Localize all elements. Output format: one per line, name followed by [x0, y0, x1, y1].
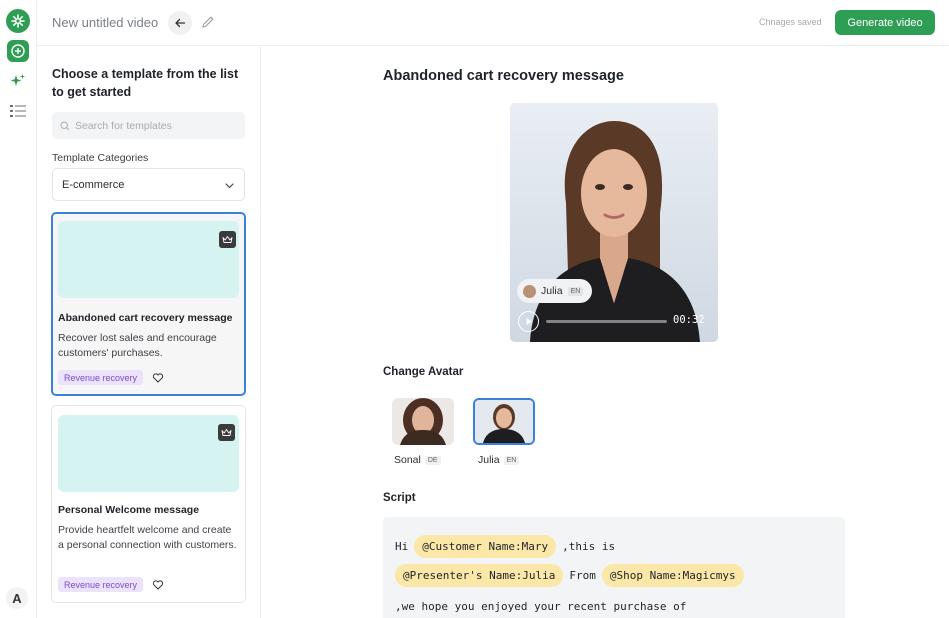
generate-video-button[interactable]: Generate video [835, 10, 935, 35]
play-button[interactable] [518, 311, 539, 332]
template-sidebar: Choose a template from the list to get s… [37, 47, 261, 618]
save-status: Chnages saved [759, 17, 822, 27]
template-card[interactable]: Abandoned cart recovery message Recover … [51, 212, 246, 396]
template-thumbnail [58, 415, 239, 492]
search-input[interactable] [75, 119, 245, 132]
template-tag[interactable]: Revenue recovery [58, 577, 144, 592]
template-thumbnail [58, 221, 239, 298]
avatar-name: Sonal [394, 454, 421, 466]
list-icon[interactable] [9, 102, 27, 120]
presenter-avatar [523, 284, 536, 298]
app-logo-icon[interactable] [6, 9, 30, 33]
search-icon [60, 120, 70, 130]
avatar-option-sonal[interactable] [392, 398, 454, 445]
script-text: Hi [395, 540, 409, 553]
video-progress-bar[interactable] [546, 320, 667, 323]
left-rail: A [0, 0, 37, 618]
script-text: ,this is [562, 540, 616, 553]
template-description: Recover lost sales and encourage custome… [58, 332, 217, 359]
avatar-option-julia[interactable] [473, 398, 535, 445]
script-heading: Script [383, 492, 416, 504]
top-bar: New untitled video Chnages saved Generat… [37, 0, 949, 46]
template-title: Personal Welcome message [58, 504, 200, 516]
premium-crown-icon [219, 231, 236, 248]
user-avatar[interactable]: A [6, 587, 28, 609]
back-button[interactable] [168, 11, 192, 35]
heart-icon[interactable] [152, 579, 164, 591]
script-editor[interactable]: Hi @Customer Name:Mary ,this is @Present… [383, 517, 845, 618]
play-icon [526, 318, 532, 325]
template-title: Abandoned cart recovery message [58, 312, 233, 324]
language-badge: DE [424, 455, 441, 465]
video-title[interactable]: New untitled video [52, 15, 158, 30]
script-line: @Presenter's Name:Julia From @Shop Name:… [395, 564, 750, 587]
heart-icon[interactable] [152, 372, 164, 384]
premium-crown-icon [218, 424, 235, 441]
change-avatar-heading: Change Avatar [383, 366, 464, 378]
new-video-button[interactable] [7, 40, 29, 62]
variable-chip[interactable]: @Customer Name:Mary [414, 535, 557, 558]
template-description: Provide heartfelt welcome and create a p… [58, 524, 237, 551]
presenter-portrait [510, 103, 718, 342]
variable-chip[interactable]: @Shop Name:Magicmys [601, 564, 744, 587]
language-badge: EN [503, 455, 520, 465]
video-duration: 00:32 [673, 314, 705, 326]
category-label: Template Categories [52, 152, 149, 164]
presenter-name: Julia [541, 285, 563, 297]
script-text: ,we hope you enjoyed your recent purchas… [395, 600, 687, 613]
category-value: E-commerce [62, 178, 125, 191]
avatar-name: Julia [478, 454, 500, 466]
template-search[interactable] [52, 112, 245, 139]
template-heading: Abandoned cart recovery message [383, 68, 624, 84]
julia-thumbnail [475, 400, 533, 443]
pencil-icon[interactable] [200, 14, 216, 30]
video-preview[interactable]: Julia EN 00:32 [510, 103, 718, 342]
sparkle-icon[interactable] [9, 72, 27, 90]
template-card[interactable]: Personal Welcome message Provide heartfe… [51, 405, 246, 603]
variable-chip[interactable]: @Presenter's Name:Julia [395, 564, 564, 587]
script-line: Hi @Customer Name:Mary ,this is [395, 535, 615, 558]
presenter-chip[interactable]: Julia EN [517, 279, 593, 303]
language-badge: EN [567, 286, 584, 296]
script-line: ,we hope you enjoyed your recent purchas… [395, 600, 686, 613]
plus-circle-icon [11, 44, 25, 58]
sonal-thumbnail [392, 398, 454, 445]
category-select[interactable]: E-commerce [52, 168, 245, 201]
avatar-label-sonal: Sonal DE [394, 454, 441, 466]
main-panel: Abandoned cart recovery message Julia EN [262, 47, 949, 618]
chevron-down-icon [225, 183, 234, 189]
script-text: From [569, 569, 596, 582]
arrow-left-icon [175, 18, 186, 28]
sidebar-heading: Choose a template from the list to get s… [52, 67, 239, 99]
template-tag[interactable]: Revenue recovery [58, 370, 144, 385]
avatar-label-julia: Julia EN [478, 454, 520, 466]
